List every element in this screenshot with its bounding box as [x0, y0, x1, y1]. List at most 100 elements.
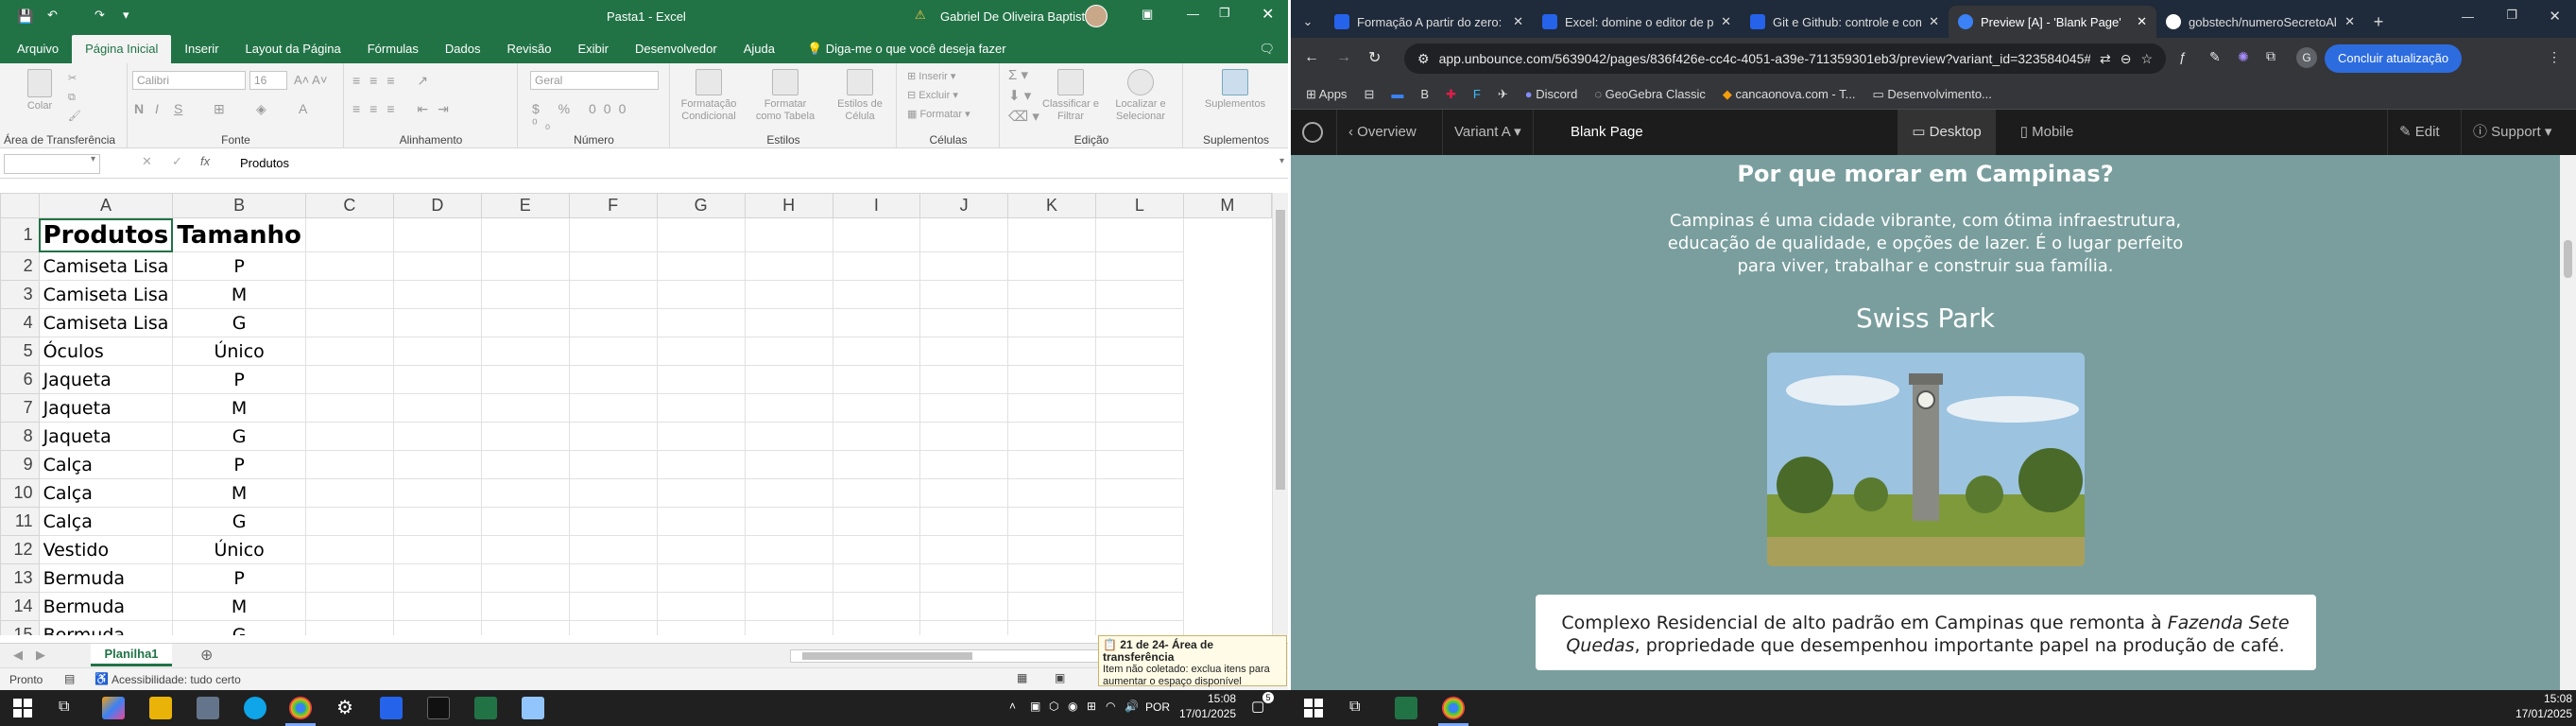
- cell[interactable]: [392, 393, 482, 423]
- cell[interactable]: [304, 507, 394, 536]
- row-header[interactable]: 1: [0, 217, 40, 252]
- comments-icon[interactable]: 🗨: [1259, 35, 1275, 63]
- language-indicator[interactable]: POR: [1145, 700, 1170, 714]
- variant-dropdown[interactable]: Variant A ▾: [1442, 110, 1534, 155]
- cell[interactable]: [392, 450, 482, 479]
- cell[interactable]: [304, 535, 394, 564]
- find-select-button[interactable]: Localizar e Selecionar: [1107, 69, 1175, 123]
- fill-color-icon[interactable]: ◈: [256, 101, 266, 117]
- restore-icon[interactable]: ❐: [2506, 8, 2517, 23]
- cell[interactable]: Jaqueta: [38, 422, 174, 451]
- clock-date[interactable]: 17/01/2025: [2514, 707, 2572, 720]
- cell[interactable]: [568, 251, 658, 281]
- row-header[interactable]: 12: [0, 535, 40, 564]
- cell[interactable]: [304, 478, 394, 508]
- cell[interactable]: [480, 217, 570, 252]
- cell[interactable]: Jaqueta: [38, 393, 174, 423]
- tab-layout[interactable]: Layout da Página: [232, 35, 354, 63]
- column-header[interactable]: G: [656, 193, 746, 218]
- cell[interactable]: [480, 280, 570, 309]
- bookmark-icon[interactable]: ▬: [1391, 87, 1403, 101]
- cell[interactable]: [392, 620, 482, 635]
- cell[interactable]: [304, 280, 394, 309]
- sort-filter-button[interactable]: Classificar e Filtrar: [1040, 69, 1101, 123]
- cell[interactable]: [656, 337, 746, 366]
- cell[interactable]: M: [172, 280, 306, 309]
- close-tab-icon[interactable]: ✕: [1513, 14, 1523, 29]
- cell-styles-button[interactable]: Estilos de Célula: [833, 69, 886, 123]
- clock-date[interactable]: 17/01/2025: [1177, 707, 1236, 720]
- wifi-icon[interactable]: ◠: [1106, 700, 1115, 713]
- cell[interactable]: [656, 592, 746, 621]
- settings-gear-icon[interactable]: ⚙: [336, 696, 353, 719]
- customize-toolbar-icon[interactable]: ▾: [123, 8, 129, 23]
- cell[interactable]: [1007, 393, 1096, 423]
- status-accessibility[interactable]: Acessibilidade: tudo certo: [112, 673, 241, 686]
- clock-time[interactable]: 15:08: [2529, 692, 2572, 705]
- cell[interactable]: [744, 422, 833, 451]
- browser-tab[interactable]: gobstech/numeroSecretoAl ✕: [2156, 6, 2364, 38]
- column-header[interactable]: A: [38, 193, 174, 218]
- undo-icon[interactable]: ↶: [47, 8, 58, 23]
- cell[interactable]: Único: [172, 535, 306, 564]
- cell[interactable]: G: [172, 507, 306, 536]
- cell[interactable]: [304, 393, 394, 423]
- cell[interactable]: [832, 280, 921, 309]
- browser-tab-active[interactable]: Preview [A] - 'Blank Page' ✕: [1949, 6, 2156, 38]
- cell[interactable]: [919, 251, 1009, 281]
- pen-extension-icon[interactable]: ✎: [2209, 49, 2221, 65]
- back-icon[interactable]: ←: [1304, 49, 1319, 66]
- cell[interactable]: [480, 563, 570, 593]
- browser-tab[interactable]: Formação A partir do zero: i ✕: [1325, 6, 1533, 38]
- cell[interactable]: P: [172, 251, 306, 281]
- terminal-icon[interactable]: [427, 697, 450, 719]
- row-header[interactable]: 11: [0, 507, 40, 536]
- minimize-icon[interactable]: —: [1187, 7, 1199, 21]
- cut-icon[interactable]: ✂: [68, 73, 77, 85]
- avatar[interactable]: [1085, 5, 1108, 27]
- insert-cells-button[interactable]: ⊞ Inserir ▾: [907, 71, 955, 83]
- notepad-icon[interactable]: [522, 697, 544, 719]
- tab-revisao[interactable]: Revisão: [494, 35, 565, 63]
- cell[interactable]: [832, 620, 921, 635]
- cell[interactable]: P: [172, 450, 306, 479]
- underline-icon[interactable]: S: [174, 101, 182, 116]
- paste-button[interactable]: Colar: [21, 69, 59, 112]
- cell[interactable]: [1095, 563, 1184, 593]
- sheet-tab-planilha1[interactable]: Planilha1: [91, 644, 172, 666]
- tab-ajuda[interactable]: Ajuda: [730, 35, 788, 63]
- cell[interactable]: [919, 337, 1009, 366]
- vertical-scrollbar[interactable]: [1272, 193, 1288, 635]
- cell[interactable]: [744, 280, 833, 309]
- column-header[interactable]: F: [568, 193, 658, 218]
- calculator-icon[interactable]: [197, 697, 219, 719]
- cell[interactable]: [392, 422, 482, 451]
- number-format-icons[interactable]: $ % 000 ⁰₀: [532, 101, 669, 132]
- cell[interactable]: [480, 450, 570, 479]
- cell[interactable]: [832, 450, 921, 479]
- tab-formulas[interactable]: Fórmulas: [354, 35, 432, 63]
- cell[interactable]: [392, 251, 482, 281]
- cell[interactable]: M: [172, 478, 306, 508]
- close-tab-icon[interactable]: ✕: [2344, 14, 2355, 29]
- bookmark-icon[interactable]: B: [1420, 87, 1429, 101]
- cell[interactable]: [656, 450, 746, 479]
- file-explorer-icon[interactable]: [149, 697, 172, 719]
- cell[interactable]: [832, 478, 921, 508]
- cell[interactable]: [744, 620, 833, 635]
- bookmark-icon[interactable]: ✚: [1446, 87, 1456, 102]
- addins-button[interactable]: Suplementos: [1201, 69, 1269, 111]
- cell[interactable]: [1007, 563, 1096, 593]
- cell[interactable]: [304, 422, 394, 451]
- cell[interactable]: [480, 251, 570, 281]
- cell[interactable]: [392, 365, 482, 394]
- number-format-select[interactable]: Geral: [530, 71, 659, 90]
- sheet-next-icon[interactable]: ▶: [36, 648, 45, 663]
- font-name-select[interactable]: Calibri: [132, 71, 246, 90]
- close-icon[interactable]: ✕: [1262, 5, 1274, 24]
- cell[interactable]: [304, 450, 394, 479]
- cell[interactable]: [656, 478, 746, 508]
- cell[interactable]: [392, 563, 482, 593]
- cell[interactable]: Calça: [38, 450, 174, 479]
- font-color-icon[interactable]: A: [299, 101, 307, 116]
